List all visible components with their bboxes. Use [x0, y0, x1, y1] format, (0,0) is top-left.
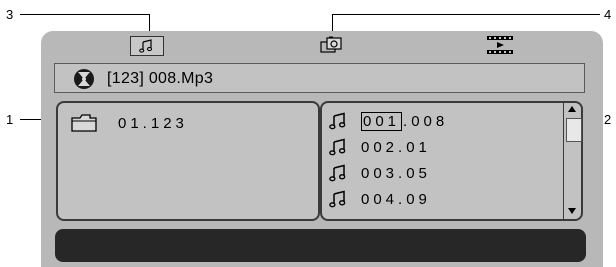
file-row[interactable]: 003.05 [329, 163, 431, 183]
scrollbar-thumb[interactable] [566, 118, 582, 142]
selection-cursor: 001 [361, 111, 403, 131]
file-name: 004.09 [361, 190, 431, 208]
callout-3: 3 [6, 7, 14, 22]
photo-tab-icon[interactable] [318, 35, 344, 55]
scroll-down-arrow-icon[interactable] [568, 208, 576, 214]
file-name: 002.01 [361, 138, 431, 156]
folder-item[interactable]: 01.123 [70, 114, 188, 132]
file-row[interactable]: 001.008 [329, 111, 448, 131]
file-row[interactable]: 002.01 [329, 137, 431, 157]
status-bar [55, 229, 586, 262]
music-file-icon [329, 164, 346, 182]
callout-4: 4 [604, 7, 612, 22]
music-note-icon [139, 39, 153, 53]
now-playing-bar: [123] 008.Mp3 [54, 63, 585, 93]
callout-4-line [332, 14, 600, 15]
file-name: 001.008 [361, 111, 449, 131]
folder-list[interactable]: 01.123 [56, 101, 320, 221]
file-row[interactable]: 004.09 [329, 189, 431, 209]
file-list[interactable]: 001.008 002.01 003.05 004.09 [320, 101, 583, 221]
music-tab-icon[interactable] [130, 36, 164, 56]
music-file-icon [329, 112, 346, 130]
movie-tab-icon[interactable] [485, 34, 515, 56]
music-file-icon [329, 138, 346, 156]
file-name: 003.05 [361, 164, 431, 182]
folder-icon [71, 114, 97, 132]
film-strip-icon [487, 36, 513, 54]
disc-icon [74, 69, 94, 89]
callout-2: 2 [604, 112, 612, 127]
scroll-up-arrow-icon[interactable] [568, 106, 576, 112]
now-playing-title: [123] 008.Mp3 [107, 70, 214, 87]
music-file-icon [329, 190, 346, 208]
camera-photo-icon [320, 36, 342, 53]
folder-name: 01.123 [118, 114, 188, 132]
callout-1: 1 [6, 112, 14, 127]
scrollbar[interactable] [563, 103, 582, 219]
callout-3-line [20, 14, 150, 15]
